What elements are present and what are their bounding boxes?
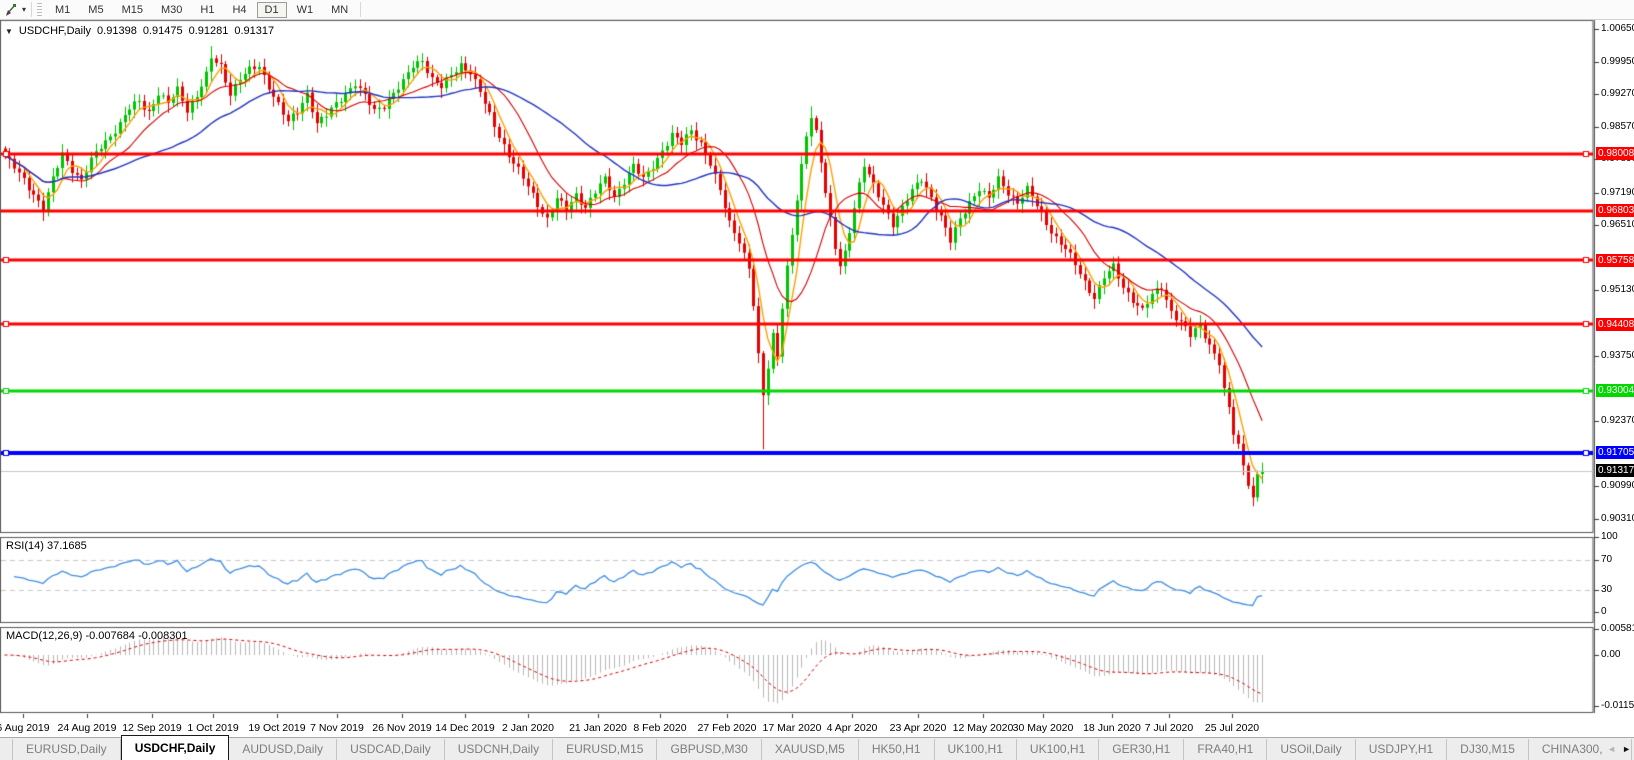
date-tick-label: 30 May 2020 [1012, 722, 1074, 734]
chart-title: ▼ USDCHF,Daily 0.91398 0.91475 0.91281 0… [5, 25, 274, 37]
ohlc-open: 0.91398 [97, 25, 137, 37]
date-tick-label: 18 Jun 2020 [1083, 722, 1141, 734]
toolbar-separator [31, 2, 33, 17]
price-tick-label: 0.95130 [1601, 284, 1634, 296]
date-tick-label: 19 Oct 2019 [248, 722, 306, 734]
collapse-triangle-icon[interactable]: ▼ [5, 27, 13, 36]
date-tick-label: 6 Aug 2019 [0, 722, 50, 734]
macd-indicator-label: MACD(12,26,9) -0.007684 -0.008301 [6, 630, 188, 642]
ohlc-high: 0.91475 [142, 25, 183, 37]
chart-symbol-label: USDCHF,Daily [18, 25, 92, 37]
chart-tab-xauusd-m5[interactable]: XAUUSD,M5 [762, 739, 859, 760]
price-tick-label: 0.90990 [1601, 480, 1634, 492]
date-tick-label: 14 Dec 2019 [435, 722, 495, 734]
timeframe-button-D1[interactable]: D1 [256, 1, 287, 18]
chart-tab-bar: EURUSD,Daily USDCHF,Daily AUDUSD,Daily USDC… [0, 735, 1634, 760]
price-level-badge: 0.91705 [1596, 446, 1634, 459]
date-tick-label: 8 Feb 2020 [633, 722, 687, 734]
price-level-badge: 0.94408 [1596, 317, 1634, 331]
timeframe-button-W1[interactable]: W1 [289, 2, 322, 18]
date-tick-label: 1 Oct 2019 [187, 722, 239, 734]
tab-scroll-buttons: ◄ ► [1603, 742, 1631, 756]
price-tick-label: 0.99950 [1601, 55, 1634, 67]
timeframe-button-M1[interactable]: M1 [47, 2, 78, 18]
timeframe-button-M30[interactable]: M30 [153, 2, 190, 18]
crosshair-tool-icon[interactable] [0, 2, 22, 18]
timeframe-button-H4[interactable]: H4 [224, 2, 254, 18]
price-level-badge: 0.96803 [1596, 204, 1634, 218]
chart-tab-usdchf-daily[interactable]: USDCHF,Daily [120, 735, 230, 760]
chart-tab-hk50-h1[interactable]: HK50,H1 [859, 739, 935, 760]
date-tick-label: 25 Jul 2020 [1204, 722, 1260, 734]
tab-scroll-left-icon[interactable]: ◄ [1607, 742, 1616, 756]
chart-tab-gbpusd-m30[interactable]: GBPUSD,M30 [657, 739, 762, 760]
price-tick-label: 0.96510 [1601, 218, 1634, 230]
price-tick-label: 1.00650 [1601, 22, 1634, 34]
price-tick-label: 0.93750 [1601, 349, 1634, 361]
chart-tab-usdcnh-daily[interactable]: USDCNH,Daily [445, 739, 554, 760]
trading-platform-window: ▾ M1 M5 M15 M30 H1 H4 D1 W1 MN ▼ USDCHF,Daily 0.… [0, 0, 1634, 760]
timeframe-button-H1[interactable]: H1 [192, 2, 222, 18]
date-tick-label: 7 Jul 2020 [1144, 722, 1194, 734]
date-tick-label: 26 Nov 2019 [372, 722, 432, 734]
chart-tab-usdjpy-h1[interactable]: USDJPY,H1 [1356, 739, 1448, 760]
date-tick-label: 21 Jan 2020 [569, 722, 627, 734]
tool-dropdown-caret[interactable]: ▾ [22, 5, 26, 14]
macd-tick-label: -0.011513 [1601, 700, 1634, 712]
date-tick-label: 24 Aug 2019 [57, 722, 117, 734]
timeframe-buttons: M1 M5 M15 M30 H1 H4 D1 W1 MN [46, 1, 357, 18]
chart-tab-usoil-daily[interactable]: USOil,Daily [1267, 739, 1356, 760]
price-tick-label: 0.99270 [1601, 87, 1634, 99]
rsi-tick-label: 100 [1601, 531, 1618, 543]
price-tick-label: 0.90310 [1601, 512, 1634, 524]
chart-tab-eurusd-m15[interactable]: EURUSD,M15 [553, 739, 658, 760]
chart-tab-usdcad-daily[interactable]: USDCAD,Daily [337, 739, 445, 760]
date-tick-label: 2 Jan 2020 [502, 722, 554, 734]
chart-tab-fra40-h1[interactable]: FRA40,H1 [1184, 739, 1268, 760]
toolbar-separator [360, 2, 362, 17]
date-tick-label: 12 May 2020 [952, 722, 1014, 734]
chart-tab-dj30-m15[interactable]: DJ30,M15 [1447, 739, 1529, 760]
chart-tab-ger30-h1[interactable]: GER30,H1 [1099, 739, 1185, 760]
toolbar-grip[interactable] [37, 2, 43, 17]
date-tick-label: 7 Nov 2019 [310, 722, 364, 734]
rsi-tick-label: 30 [1601, 583, 1613, 595]
date-tick-label: 17 Mar 2020 [762, 722, 822, 734]
chart-tab-uk100-h1[interactable]: UK100,H1 [1017, 739, 1100, 760]
ohlc-close: 0.91317 [234, 25, 275, 37]
date-tick-label: 12 Sep 2019 [122, 722, 182, 734]
price-level-badge: 0.93004 [1596, 384, 1634, 398]
rsi-indicator-label: RSI(14) 37.1685 [6, 540, 87, 552]
price-chart-canvas[interactable] [0, 0, 1634, 760]
tab-scroll-right-icon[interactable]: ► [1622, 742, 1631, 756]
date-tick-label: 27 Feb 2020 [697, 722, 757, 734]
current-price-badge: 0.91317 [1596, 464, 1634, 478]
timeframe-toolbar: ▾ M1 M5 M15 M30 H1 H4 D1 W1 MN [0, 0, 1634, 20]
price-level-badge: 0.95758 [1596, 253, 1634, 267]
macd-tick-label: 0.00 [1601, 649, 1621, 660]
timeframe-button-M5[interactable]: M5 [80, 2, 111, 18]
price-tick-label: 0.97190 [1601, 186, 1634, 198]
date-tick-label: 4 Apr 2020 [826, 722, 878, 734]
price-tick-label: 0.98570 [1601, 121, 1634, 133]
ohlc-low: 0.91281 [188, 25, 229, 37]
rsi-tick-label: 70 [1601, 553, 1613, 565]
price-level-badge: 0.98008 [1596, 147, 1634, 161]
chart-tab-eurusd-daily[interactable]: EURUSD,Daily [12, 739, 121, 760]
timeframe-button-M15[interactable]: M15 [114, 2, 151, 18]
rsi-tick-label: 0 [1601, 606, 1607, 618]
chart-tab-uk100-h1[interactable]: UK100,H1 [935, 739, 1017, 760]
chart-tab-audusd-daily[interactable]: AUDUSD,Daily [229, 739, 338, 760]
price-tick-label: 0.92370 [1601, 414, 1634, 426]
date-tick-label: 23 Apr 2020 [889, 722, 947, 734]
macd-tick-label: 0.005818 [1601, 623, 1634, 635]
timeframe-button-MN[interactable]: MN [323, 2, 356, 18]
